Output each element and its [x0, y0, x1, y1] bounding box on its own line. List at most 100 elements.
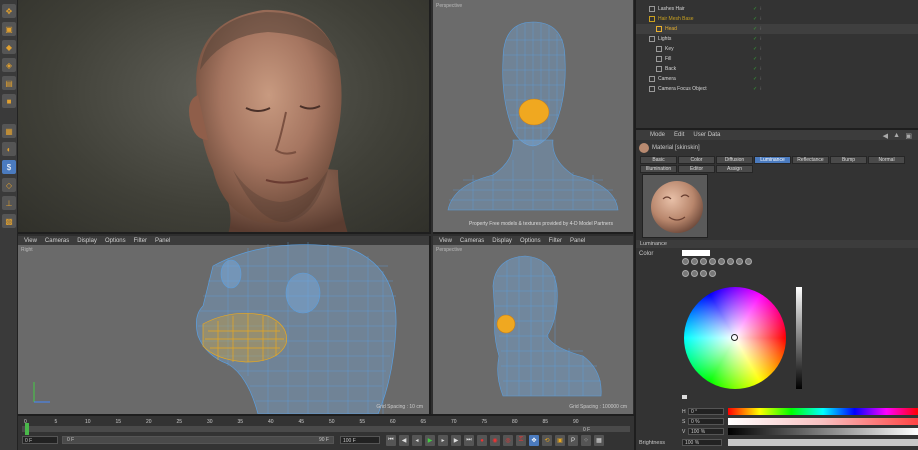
brightness-slider[interactable] [728, 439, 918, 446]
visibility-dots-icon[interactable]: ⁝ [760, 46, 762, 52]
visible-check-icon[interactable]: ✓ [753, 56, 757, 62]
object-row[interactable]: Lashes Hair ✓ ⁝ [636, 4, 918, 14]
object-row[interactable]: Fill ✓ ⁝ [636, 54, 918, 64]
color-mode-icon[interactable] [718, 258, 725, 265]
tab-editor[interactable]: Editor [678, 165, 715, 173]
go-end-icon[interactable]: ⏭ [464, 435, 474, 446]
render-viewport[interactable] [18, 0, 431, 234]
axis-icon[interactable]: ⊥ [2, 196, 16, 210]
tab-reflectance[interactable]: Reflectance [792, 156, 829, 164]
tab-assign[interactable]: Assign [716, 165, 753, 173]
key-sel-icon[interactable]: ◎ [503, 435, 513, 446]
visible-check-icon[interactable]: ✓ [753, 6, 757, 12]
record-icon[interactable]: ● [477, 435, 487, 446]
perspective-viewport-bottom[interactable]: View Cameras Display Options Filter Pane… [433, 236, 633, 414]
scale-key-icon[interactable]: ▣ [555, 435, 565, 446]
color-mode-icon[interactable] [682, 270, 689, 277]
tab-luminance[interactable]: Luminance [754, 156, 791, 164]
visibility-dots-icon[interactable]: ⁝ [760, 26, 762, 32]
playhead[interactable] [25, 423, 29, 435]
polygon-tool-icon[interactable]: ◆ [2, 40, 16, 54]
key-icon[interactable]: ⚿ [516, 435, 526, 446]
visibility-dots-icon[interactable]: ⁝ [760, 36, 762, 42]
visible-check-icon[interactable]: ✓ [753, 26, 757, 32]
object-row[interactable]: Key ✓ ⁝ [636, 44, 918, 54]
visible-check-icon[interactable]: ✓ [753, 66, 757, 72]
grid-key-icon[interactable]: ▦ [594, 435, 604, 446]
v-slider[interactable] [728, 428, 918, 435]
object-row[interactable]: Camera Focus Object ✓ ⁝ [636, 84, 918, 94]
color-mode-icon[interactable] [682, 258, 689, 265]
visibility-dots-icon[interactable]: ⁝ [760, 16, 762, 22]
tab-illumination[interactable]: Illumination [640, 165, 677, 173]
edges-tool-icon[interactable]: ▤ [2, 76, 16, 90]
value-slider[interactable] [796, 287, 802, 389]
color-swatch[interactable] [682, 250, 710, 256]
color-mode-icon[interactable] [709, 258, 716, 265]
prev-key-icon[interactable]: ◀ [399, 435, 409, 446]
color-picker-handle[interactable] [731, 334, 738, 341]
s-slider[interactable] [728, 418, 918, 425]
object-mode-icon[interactable]: ■ [2, 94, 16, 108]
object-row[interactable]: Hair Mesh Base ✓ ⁝ [636, 14, 918, 24]
object-row[interactable]: Back ✓ ⁝ [636, 64, 918, 74]
color-mode-icon[interactable] [727, 258, 734, 265]
cube-tool-icon[interactable]: ▣ [2, 22, 16, 36]
end-frame-field[interactable]: 100 F [340, 436, 380, 444]
visible-check-icon[interactable]: ✓ [753, 86, 757, 92]
auto-key-icon[interactable]: ◉ [490, 435, 500, 446]
h-field[interactable]: 0 ° [688, 408, 724, 415]
tab-bump[interactable]: Bump [830, 156, 867, 164]
range-slider[interactable]: 0 F 90 F [62, 436, 334, 444]
tab-color[interactable]: Color [678, 156, 715, 164]
visibility-dots-icon[interactable]: ⁝ [760, 66, 762, 72]
tab-normal[interactable]: Normal [868, 156, 905, 164]
next-frame-icon[interactable]: ▸ [438, 435, 448, 446]
visibility-dots-icon[interactable]: ⁝ [760, 86, 762, 92]
object-row[interactable]: Camera ✓ ⁝ [636, 74, 918, 84]
brightness-field[interactable]: 100 % [682, 439, 722, 446]
menu-user-data[interactable]: User Data [693, 132, 720, 138]
workplane-icon[interactable]: ◇ [2, 178, 16, 192]
color-mode-icon[interactable] [700, 270, 707, 277]
texture-mode-icon[interactable]: ◐ [2, 142, 16, 156]
object-row[interactable]: Lights ✓ ⁝ [636, 34, 918, 44]
lock-icon[interactable]: ▩ [2, 214, 16, 228]
menu-edit[interactable]: Edit [674, 132, 684, 138]
color-mode-icon[interactable] [691, 258, 698, 265]
start-frame-field[interactable]: 0 F [22, 436, 58, 444]
visible-check-icon[interactable]: ✓ [753, 16, 757, 22]
play-icon[interactable]: ▶ [425, 435, 435, 446]
color-mode-icon[interactable] [700, 258, 707, 265]
color-mode-icon[interactable] [709, 270, 716, 277]
visible-check-icon[interactable]: ✓ [753, 36, 757, 42]
rot-key-icon[interactable]: ⟲ [542, 435, 552, 446]
right-viewport[interactable]: View Cameras Display Options Filter Pane… [18, 236, 431, 414]
menu-mode[interactable]: Mode [650, 132, 665, 138]
visibility-dots-icon[interactable]: ⁝ [760, 6, 762, 12]
move-key-icon[interactable]: ✥ [529, 435, 539, 446]
swatch-small-icon[interactable] [682, 395, 687, 399]
param-key-icon[interactable]: P [568, 435, 578, 446]
point-key-icon[interactable]: ⁘ [581, 435, 591, 446]
s-field[interactable]: 0 % [688, 418, 724, 425]
visible-check-icon[interactable]: ✓ [753, 76, 757, 82]
visible-check-icon[interactable]: ✓ [753, 46, 757, 52]
h-slider[interactable] [728, 408, 918, 415]
next-key-icon[interactable]: ▶ [451, 435, 461, 446]
arrow-left-icon[interactable]: ◀ [883, 132, 888, 140]
timeline-track[interactable] [22, 423, 630, 435]
perspective-viewport-top[interactable]: Perspective Property Free models & textu… [433, 0, 633, 234]
lock-panel-icon[interactable]: ▣ [905, 132, 912, 140]
color-mode-icon[interactable] [745, 258, 752, 265]
color-mode-icon[interactable] [691, 270, 698, 277]
color-mode-icon[interactable] [736, 258, 743, 265]
model-mode-icon[interactable]: ▦ [2, 124, 16, 138]
tab-basic[interactable]: Basic [640, 156, 677, 164]
prev-frame-icon[interactable]: ◂ [412, 435, 422, 446]
go-start-icon[interactable]: ⏮ [386, 435, 396, 446]
color-wheel[interactable] [684, 287, 786, 389]
visibility-dots-icon[interactable]: ⁝ [760, 76, 762, 82]
snap-icon[interactable]: $ [2, 160, 16, 174]
visibility-dots-icon[interactable]: ⁝ [760, 56, 762, 62]
